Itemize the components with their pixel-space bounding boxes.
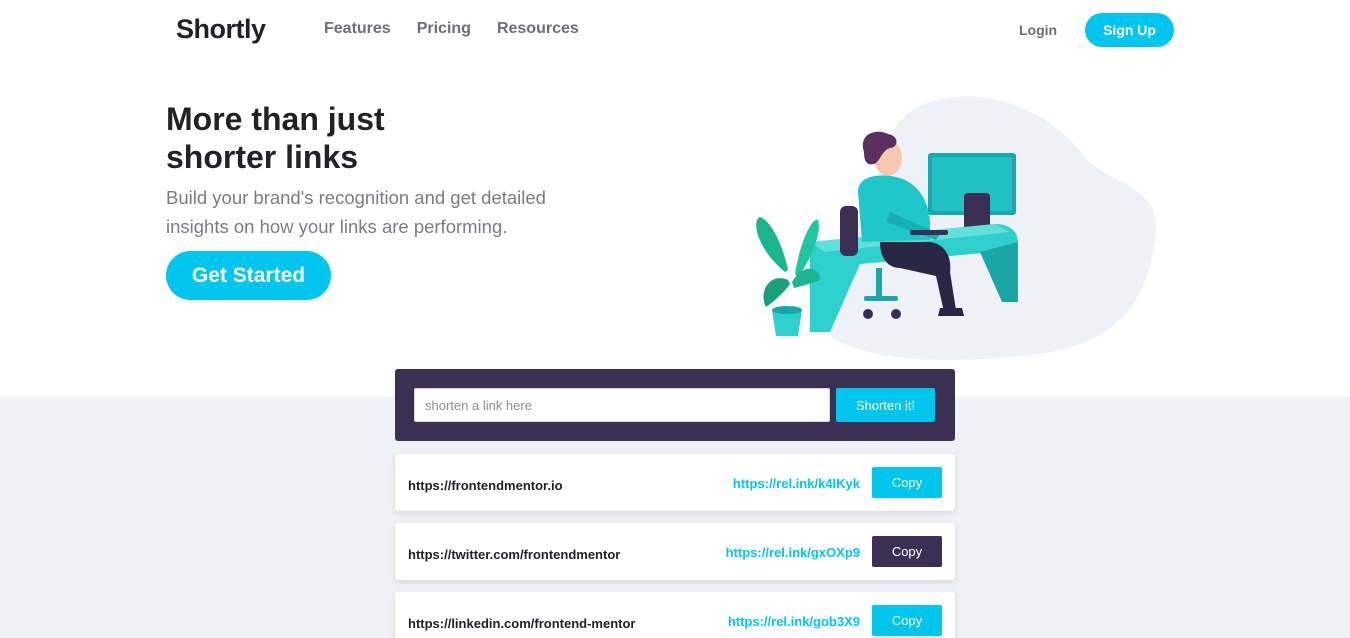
nav-item-pricing[interactable]: Pricing xyxy=(417,20,471,38)
short-url-link[interactable]: https://rel.ink/gob3X9 xyxy=(728,614,860,629)
shorten-form: Shorten it! xyxy=(395,369,955,441)
link-input[interactable] xyxy=(414,388,830,422)
hero-title-line1: More than just xyxy=(166,101,385,137)
shorten-button[interactable]: Shorten it! xyxy=(836,388,935,422)
sign-up-button[interactable]: Sign Up xyxy=(1085,13,1174,47)
nav-item-resources[interactable]: Resources xyxy=(497,20,579,38)
brand-logo[interactable]: Shortly xyxy=(176,14,266,45)
result-row: https://frontendmentor.io https://rel.in… xyxy=(395,454,955,511)
login-link[interactable]: Login xyxy=(1019,22,1057,38)
hero-title: More than just shorter links xyxy=(166,100,486,176)
copy-button[interactable]: Copy xyxy=(872,605,942,636)
short-url-link[interactable]: https://rel.ink/k4lKyk xyxy=(733,476,860,491)
hero-subtitle-line2: insights on how your links are performin… xyxy=(166,216,508,237)
original-url: https://frontendmentor.io xyxy=(408,478,563,493)
get-started-button[interactable]: Get Started xyxy=(166,251,331,300)
nav-item-features[interactable]: Features xyxy=(324,20,391,38)
person-working-at-desk-illustration xyxy=(756,96,1157,360)
copy-button[interactable]: Copy xyxy=(872,536,942,567)
original-url: https://linkedin.com/frontend-mentor xyxy=(408,616,636,631)
result-row: https://twitter.com/frontendmentor https… xyxy=(395,523,955,580)
result-row: https://linkedin.com/frontend-mentor htt… xyxy=(395,592,955,638)
hero-title-line2: shorter links xyxy=(166,139,359,175)
hero-subtitle: Build your brand's recognition and get d… xyxy=(166,183,586,241)
hero-subtitle-line1: Build your brand's recognition and get d… xyxy=(166,187,546,208)
short-url-link[interactable]: https://rel.ink/gxOXp9 xyxy=(726,545,860,560)
main-nav: Features Pricing Resources xyxy=(324,20,579,38)
original-url: https://twitter.com/frontendmentor xyxy=(408,547,621,562)
copy-button[interactable]: Copy xyxy=(872,467,942,498)
